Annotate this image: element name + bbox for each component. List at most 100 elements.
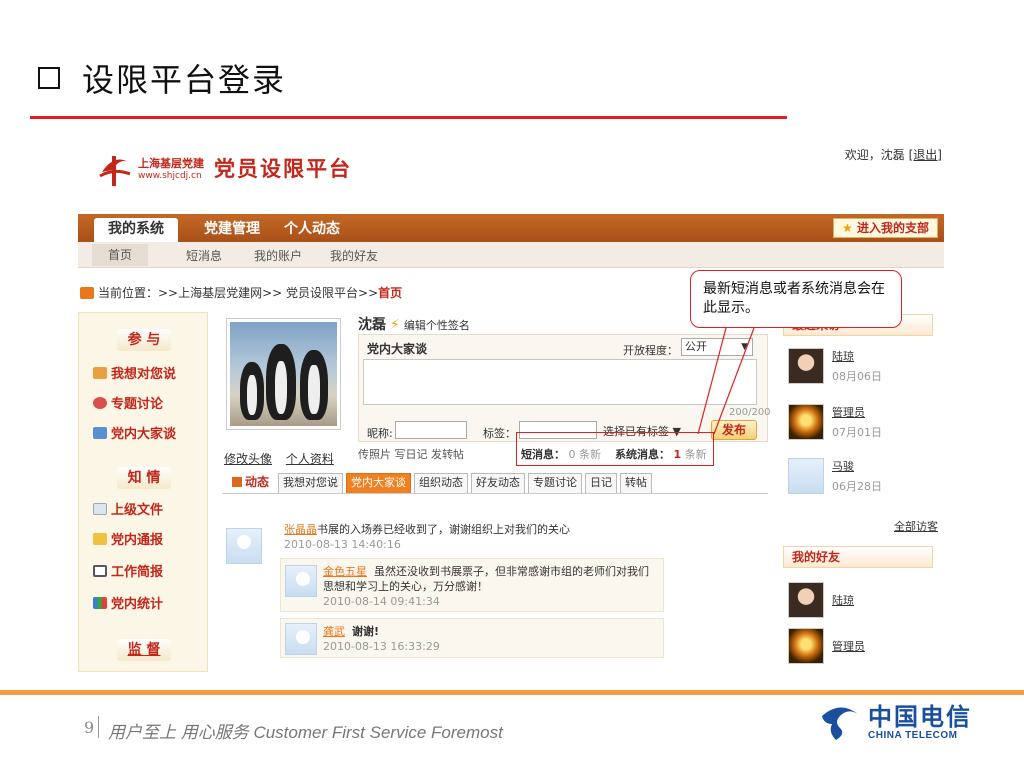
reply-text: 虽然还没收到书展票子，但非常感谢市组的老师们对我们思想和学习上的关心，万分感谢！	[323, 565, 649, 593]
footer-slogan: 用户至上 用心服务 Customer First Service Foremos…	[108, 723, 503, 742]
penguin-photo	[230, 322, 337, 426]
tab-org-updates[interactable]: 组织动态	[414, 473, 469, 493]
welcome-bar: 欢迎，沈磊 [退出]	[845, 146, 942, 163]
friend-item[interactable]: 管理员	[788, 628, 865, 664]
visitor-date: 06月28日	[832, 480, 882, 493]
visitor-name[interactable]: 陆琼	[832, 348, 882, 364]
logo-url: www.shjcdj.cn	[138, 171, 202, 181]
sidebar-item-label: 专题讨论	[111, 397, 164, 412]
personal-info-link[interactable]: 个人资料	[286, 452, 334, 466]
checkbox-bullet-icon	[38, 67, 60, 89]
edit-signature-link[interactable]: 编辑个性签名	[404, 319, 470, 332]
sidebar-item-work-brief[interactable]: 工作简报	[93, 561, 163, 580]
footer-divider	[0, 690, 1024, 695]
user-name-row: 沈磊 ⚡ 编辑个性签名	[358, 314, 470, 334]
sub-nav: 首页 短消息 我的账户 我的好友	[78, 242, 944, 268]
profile-avatar[interactable]	[226, 318, 341, 430]
logo-org-name: 上海基层党建	[138, 157, 204, 170]
sidebar-item-label: 工作简报	[111, 565, 164, 580]
visitor-date: 07月01日	[832, 426, 882, 439]
clipboard-icon	[93, 564, 107, 577]
nav-tab-personal-updates[interactable]: 个人动态	[284, 218, 340, 242]
breadcrumb-path[interactable]: 当前位置：>>上海基层党建网>> 党员设限平台>>	[98, 284, 378, 301]
sidebar-item-speak-to-you[interactable]: 我想对您说	[93, 363, 176, 382]
friend-avatar	[788, 628, 824, 664]
sidebar-item-label: 党内统计	[111, 597, 164, 612]
embedded-screenshot: 上海基层党建 www.shjcdj.cn 党员设限平台 欢迎，沈磊 [退出] 我…	[76, 132, 950, 672]
profile-links: 修改头像 个人资料	[224, 450, 344, 467]
section-informed: 知 情	[117, 467, 171, 489]
edit-icon	[93, 426, 107, 439]
reply-avatar[interactable]	[285, 565, 317, 597]
platform-name: 党员设限平台	[214, 157, 352, 181]
all-visitors-link[interactable]: 全部访客	[894, 518, 938, 534]
page-number: 9	[84, 718, 95, 737]
reply-author[interactable]: 龚武	[323, 625, 345, 638]
sidebar-item-party-statistics[interactable]: 党内统计	[93, 593, 163, 612]
enter-branch-button[interactable]: ★ 进入我的支部	[833, 218, 938, 238]
feed-author[interactable]: 张晶晶	[284, 523, 317, 536]
visitor-avatar	[788, 404, 824, 440]
sidebar-item-party-bulletin[interactable]: 党内通报	[93, 529, 163, 548]
change-avatar-link[interactable]: 修改头像	[224, 452, 272, 466]
bar-chart-icon	[93, 596, 107, 609]
composer-title: 党内大家谈	[367, 342, 428, 356]
discussion-icon	[93, 396, 107, 409]
sidebar-item-label: 党内大家谈	[111, 427, 177, 442]
visitor-item[interactable]: 管理员 07月01日	[788, 404, 882, 440]
friend-avatar	[788, 582, 824, 618]
nickname-input[interactable]	[395, 421, 467, 439]
visitor-name[interactable]: 管理员	[832, 404, 882, 420]
nav-tab-party-management[interactable]: 党建管理	[204, 218, 260, 242]
visitor-item[interactable]: 陆琼 08月06日	[788, 348, 882, 384]
reply-avatar[interactable]	[285, 623, 317, 655]
section-participate: 参 与	[117, 329, 171, 351]
tab-diary[interactable]: 日记	[585, 473, 618, 493]
tag-label: 标签：	[483, 427, 516, 440]
message-icon	[93, 366, 107, 379]
friend-name[interactable]: 陆琼	[832, 592, 854, 608]
sub-nav-home[interactable]: 首页	[92, 244, 149, 266]
logout-link[interactable]: [退出]	[909, 148, 942, 162]
tab-activity[interactable]: 动态	[222, 473, 275, 493]
post-type-links[interactable]: 传照片 写日记 发转帖	[358, 446, 464, 462]
sidebar-item-topic-discussion[interactable]: 专题讨论	[93, 393, 163, 412]
my-friends-header: 我的好友	[783, 546, 933, 568]
tab-activity-label: 动态	[245, 475, 270, 489]
sub-nav-short-messages[interactable]: 短消息	[186, 247, 222, 264]
folder-icon	[93, 532, 107, 545]
sub-nav-my-account[interactable]: 我的账户	[254, 247, 302, 264]
page-separator	[98, 716, 99, 738]
nav-tab-my-system[interactable]: 我的系统	[94, 218, 178, 242]
sidebar-item-label: 上级文件	[111, 503, 164, 518]
reply-time: 2010-08-13 16:33:29	[323, 640, 440, 653]
tab-repost[interactable]: 转帖	[620, 473, 653, 493]
tab-speak-to-you[interactable]: 我想对您说	[278, 473, 344, 493]
section-supervise[interactable]: 监 督	[117, 639, 171, 661]
main-nav: 我的系统 党建管理 个人动态 ★ 进入我的支部	[78, 214, 944, 242]
reply-author[interactable]: 金色五星	[323, 565, 367, 578]
tab-topic-discussion[interactable]: 专题讨论	[528, 473, 583, 493]
brand-en: CHINA TELECOM	[868, 729, 958, 741]
site-logo[interactable]: 上海基层党建 www.shjcdj.cn 党员设限平台	[94, 148, 352, 188]
feed-avatar[interactable]	[226, 528, 262, 564]
friend-name[interactable]: 管理员	[832, 638, 865, 654]
lightning-icon: ⚡	[390, 317, 400, 333]
party-logo-icon	[99, 156, 131, 186]
visitor-item[interactable]: 马骏 06月28日	[788, 458, 882, 494]
sidebar-item-party-talk[interactable]: 党内大家谈	[93, 423, 176, 442]
feed-text: 书展的入场券已经收到了，谢谢组织上对我们的关心	[317, 523, 570, 536]
flag-icon	[232, 476, 242, 487]
slide-heading: 设限平台登录	[82, 61, 287, 99]
breadcrumb: 当前位置：>>上海基层党建网>> 党员设限平台>> 首页	[80, 284, 402, 301]
left-sidebar: 参 与 我想对您说 专题讨论 党内大家谈 知 情 上级文件 党内通报 工作简报	[78, 312, 208, 672]
visitor-avatar	[788, 458, 824, 494]
breadcrumb-current: 首页	[378, 286, 403, 300]
sub-nav-my-friends[interactable]: 我的好友	[330, 247, 378, 264]
tab-friend-updates[interactable]: 好友动态	[471, 473, 526, 493]
friend-item[interactable]: 陆琼	[788, 582, 854, 618]
tab-party-talk[interactable]: 党内大家谈	[346, 473, 412, 493]
sidebar-item-superior-documents[interactable]: 上级文件	[93, 499, 163, 518]
visitor-name[interactable]: 马骏	[832, 458, 882, 474]
callout-pointer	[697, 327, 755, 435]
